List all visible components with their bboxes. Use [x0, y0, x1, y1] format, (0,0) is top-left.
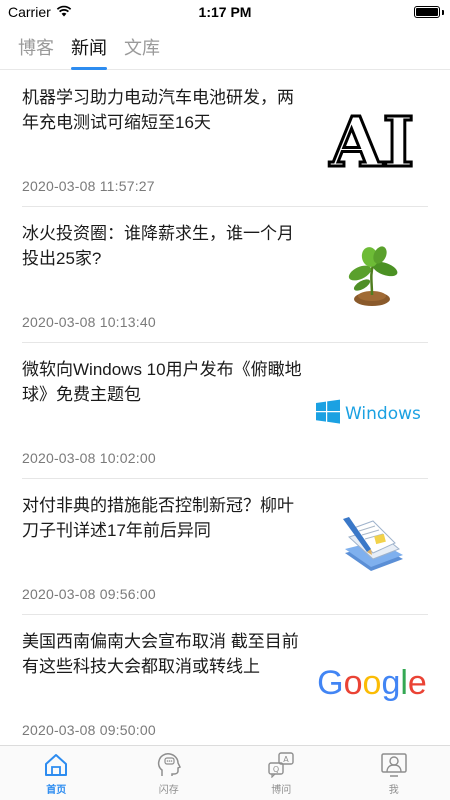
- tabbar-flash-label: 闪存: [158, 785, 179, 796]
- tabbar-home[interactable]: 首页: [0, 746, 113, 800]
- google-letter-g2: g: [381, 664, 400, 702]
- news-date: 2020-03-08 11:57:27: [22, 178, 155, 194]
- tabbar-question-label: 博问: [271, 785, 292, 796]
- google-letter-l: l: [400, 664, 408, 702]
- status-bar: Carrier 1:17 PM: [0, 0, 450, 24]
- windows-logo-icon: Windows: [316, 399, 421, 424]
- news-thumbnail: [316, 507, 428, 589]
- news-date: 2020-03-08 10:13:40: [22, 314, 156, 330]
- ai-logo-icon: AI: [327, 102, 416, 181]
- news-date: 2020-03-08 10:02:00: [22, 450, 156, 466]
- news-thumbnail: [316, 235, 428, 317]
- windows-logo-text: Windows: [345, 404, 421, 424]
- qa-chat-icon: AQ: [267, 752, 295, 778]
- profile-icon: [380, 752, 408, 778]
- news-date: 2020-03-08 09:50:00: [22, 722, 156, 738]
- battery-tip: [442, 10, 444, 15]
- tabbar-flash[interactable]: 闪存: [113, 746, 226, 800]
- news-item[interactable]: 微软向Windows 10用户发布《俯瞰地球》免费主题包 2020-03-08 …: [22, 343, 428, 479]
- tabbar-home-label: 首页: [46, 785, 67, 796]
- category-tabs: 博客 新闻 文库: [0, 24, 450, 70]
- news-item[interactable]: 美国西南偏南大会宣布取消 截至目前有这些科技大会都取消或转线上 2020-03-…: [22, 615, 428, 751]
- news-title: 冰火投资圈：谁降薪求生，谁一个月投出25家?: [22, 224, 294, 268]
- news-thumbnail: AI: [316, 99, 428, 181]
- tab-blog[interactable]: 博客: [18, 24, 54, 70]
- tabbar-question[interactable]: AQ 博问: [225, 746, 338, 800]
- tab-library[interactable]: 文库: [124, 24, 160, 70]
- tabbar-me-label: 我: [388, 785, 399, 796]
- tab-library-label: 文库: [124, 37, 160, 58]
- news-item[interactable]: 机器学习助力电动汽车电池研发，两年充电测试可缩短至16天 2020-03-08 …: [22, 71, 428, 207]
- tabbar-me[interactable]: 我: [338, 746, 450, 800]
- documents-pen-icon: [343, 517, 403, 571]
- news-item[interactable]: 冰火投资圈：谁降薪求生，谁一个月投出25家? 2020-03-08 10:13:…: [22, 207, 428, 343]
- news-title: 美国西南偏南大会宣布取消 截至目前有这些科技大会都取消或转线上: [22, 632, 299, 676]
- google-letter-o1: o: [344, 664, 363, 702]
- news-thumbnail: Windows: [316, 371, 428, 453]
- tab-news[interactable]: 新闻: [71, 24, 107, 70]
- news-title: 微软向Windows 10用户发布《俯瞰地球》免费主题包: [22, 360, 302, 404]
- google-letter-o2: o: [363, 664, 382, 702]
- svg-text:A: A: [284, 755, 290, 764]
- ai-logo-text: AI: [329, 103, 415, 180]
- plant-sprout-icon: [348, 246, 398, 306]
- tab-news-label: 新闻: [71, 37, 107, 58]
- status-time: 1:17 PM: [198, 4, 252, 20]
- svg-text:Q: Q: [273, 765, 279, 774]
- tab-blog-label: 博客: [18, 37, 54, 58]
- google-letter-g1: G: [317, 664, 343, 702]
- news-title: 机器学习助力电动汽车电池研发，两年充电测试可缩短至16天: [22, 88, 294, 132]
- google-logo-text: Google: [317, 664, 427, 702]
- thought-head-icon: [155, 752, 183, 778]
- news-thumbnail: Google: [316, 643, 428, 725]
- bottom-tabbar: 首页 闪存 AQ 博问 我: [0, 745, 450, 800]
- news-list: 机器学习助力电动汽车电池研发，两年充电测试可缩短至16天 2020-03-08 …: [0, 71, 450, 751]
- google-logo-icon: Google: [317, 664, 427, 702]
- home-icon: [42, 752, 70, 778]
- google-letter-e: e: [408, 664, 427, 702]
- tab-active-indicator: [71, 66, 107, 70]
- news-item[interactable]: 对付非典的措施能否控制新冠？柳叶刀子刊详述17年前后异同 2020-03-08 …: [22, 479, 428, 615]
- news-title: 对付非典的措施能否控制新冠？柳叶刀子刊详述17年前后异同: [22, 496, 294, 540]
- battery-icon: [414, 6, 440, 18]
- news-date: 2020-03-08 09:56:00: [22, 586, 156, 602]
